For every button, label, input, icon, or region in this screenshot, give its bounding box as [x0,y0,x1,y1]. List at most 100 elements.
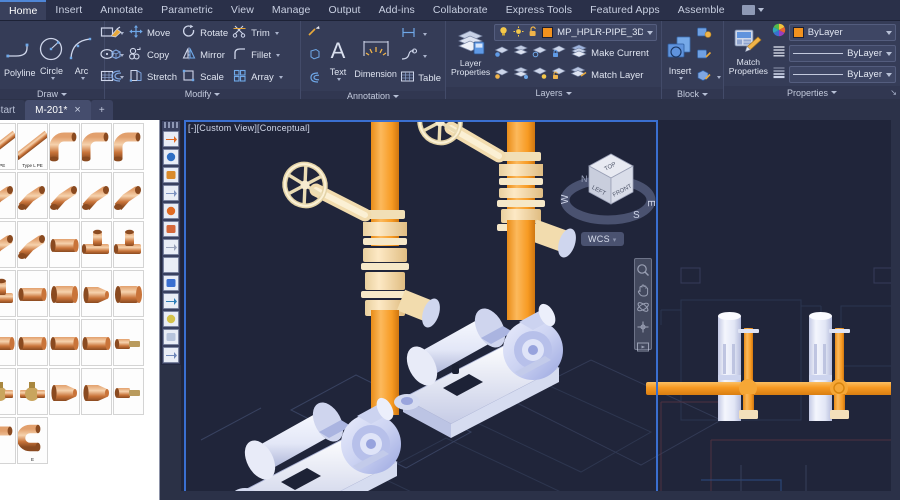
lightbulb-on-icon[interactable] [498,26,509,40]
properties-icon[interactable] [163,347,179,363]
palette-item[interactable] [0,270,16,317]
ribbon-tab-view[interactable]: View [222,0,263,20]
palette-item[interactable] [81,270,112,317]
unlock-icon[interactable] [528,25,538,40]
dimension-button[interactable]: Dimension [354,34,397,79]
chevron-down-icon[interactable] [276,53,281,57]
tool-palette[interactable]: L PE Type L PE [0,120,160,500]
drawing-tab-m201[interactable]: M-201* × [25,100,91,120]
palette-item[interactable] [113,123,144,170]
viewport-scrollbar-horizontal[interactable] [181,491,900,500]
panel-title-layers[interactable]: Layers [446,87,661,99]
ribbon-tab-manage[interactable]: Manage [263,0,320,20]
pipe-icon[interactable] [163,167,179,183]
chevron-down-icon[interactable] [423,32,428,36]
ribbon-tab-assemble[interactable]: Assemble [669,0,734,20]
palette-item[interactable] [113,319,144,366]
palette-item[interactable] [81,368,112,415]
ribbon-tab-add-ins[interactable]: Add-ins [370,0,424,20]
showmotion-icon[interactable] [636,340,650,354]
orbit-icon[interactable] [636,300,650,314]
chevron-down-icon[interactable] [423,54,428,58]
connect-icon[interactable] [163,239,179,255]
palette-item[interactable] [81,172,112,219]
annotative-button[interactable] [307,69,322,89]
palette-item[interactable] [49,172,80,219]
ribbon-tab-output[interactable]: Output [319,0,369,20]
chevron-down-icon[interactable] [886,51,892,56]
sun-icon[interactable] [513,26,524,40]
dialog-launcher-icon[interactable]: ↘ [890,88,897,97]
panel-title-properties[interactable]: Properties ↘ [724,86,900,99]
scale-button[interactable]: Scale [181,67,228,87]
edit-block-button[interactable] [696,45,721,65]
viewport-scrollbar-vertical[interactable] [891,120,900,500]
chevron-down-icon[interactable] [274,31,279,35]
palette-item[interactable] [17,172,48,219]
zoom-window-icon[interactable] [163,149,179,165]
palette-item[interactable] [81,221,112,268]
viewcube[interactable]: W E S N TOP LEFT FRONT [559,142,657,238]
layer-unlock-icon[interactable] [551,66,567,85]
chevron-down-icon[interactable] [679,76,683,80]
erase-button[interactable] [108,23,124,43]
drawing-tab-start[interactable]: Start [0,100,26,120]
edit-tool-icon[interactable] [163,311,179,327]
palette-item[interactable]: E [17,417,48,464]
palette-item[interactable] [113,270,144,317]
make-current-icon[interactable] [570,43,588,63]
ribbon-tab-featured-apps[interactable]: Featured Apps [581,0,669,20]
insert-block-button[interactable]: Insert [665,31,695,80]
copy-button[interactable]: Copy [128,45,177,65]
palette-item[interactable] [81,319,112,366]
panel-title-modify[interactable]: Modify [105,89,300,99]
ribbon-tab-express-tools[interactable]: Express Tools [497,0,581,20]
palette-item[interactable]: Type L PE [17,123,48,170]
palette-item[interactable] [0,172,16,219]
arc-button[interactable]: Arc [68,31,96,80]
elbow-tool-icon[interactable] [163,221,179,237]
spec-viewer-icon[interactable] [163,185,179,201]
palette-item[interactable] [49,368,80,415]
layer-lock-icon[interactable] [551,44,567,63]
layer-properties-button[interactable]: Layer Properties [451,24,490,77]
lineweight-combo[interactable]: ByLayer [788,66,896,83]
palette-item[interactable] [113,368,144,415]
fillet-button[interactable]: Fillet [232,45,283,65]
palette-item[interactable] [17,368,48,415]
paint-tool-icon[interactable] [163,275,179,291]
3d-text-button[interactable] [307,46,322,66]
linetype-icon[interactable] [772,44,786,63]
layer-thaw-icon[interactable] [513,66,529,85]
palette-item[interactable]: L PE [0,123,16,170]
palette-item[interactable] [113,221,144,268]
viewport-label[interactable]: [-][Custom View][Conceptual] [188,123,310,133]
navigation-bar[interactable] [634,258,652,352]
palette-item[interactable] [17,270,48,317]
layer-off-icon[interactable] [532,44,548,63]
route-pipe-icon[interactable] [163,203,179,219]
palette-item[interactable] [0,319,16,366]
palette-item[interactable] [49,123,80,170]
create-block-button[interactable] [696,23,721,43]
layer-freeze-icon[interactable] [513,44,529,63]
multileader-button[interactable] [307,23,322,43]
drawing-viewport[interactable]: [-][Custom View][Conceptual] W E S N TOP… [181,120,900,500]
layer-combo[interactable]: MP_HPLR-PIPE_3D [494,24,658,41]
object-color-combo[interactable]: ByLayer [788,24,896,41]
palette-item[interactable] [0,221,16,268]
valve-tool-icon[interactable] [163,293,179,309]
dimension-style-button[interactable] [400,24,441,44]
toolbar-grip[interactable] [164,122,180,128]
palette-item[interactable] [113,172,144,219]
pan-icon[interactable] [636,283,650,297]
chevron-down-icon[interactable] [886,72,892,77]
match-properties-button[interactable]: Match Properties [728,23,769,76]
ribbon-tab-parametric[interactable]: Parametric [152,0,222,20]
panel-title-draw[interactable]: Draw [0,89,104,99]
chevron-down-icon[interactable] [717,75,721,79]
circle-button[interactable]: Circle [37,31,67,80]
linetype-combo[interactable]: ByLayer [788,45,896,62]
layer-isolate-icon[interactable] [494,44,510,63]
palette-item[interactable] [17,319,48,366]
